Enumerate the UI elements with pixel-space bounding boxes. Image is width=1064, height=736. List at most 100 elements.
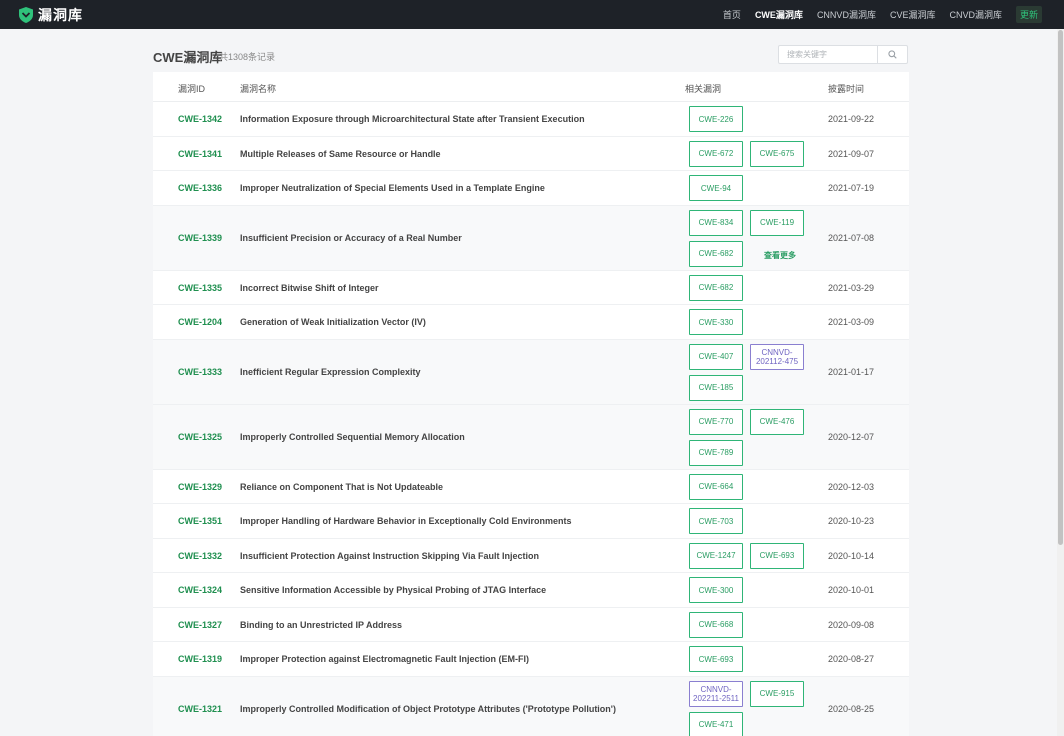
- header-name: 漏洞名称: [240, 84, 277, 94]
- table-row: CWE-1325 Improperly Controlled Sequential…: [153, 404, 909, 470]
- brand[interactable]: 漏洞库: [19, 6, 83, 24]
- disclosure-date: 2021-09-22: [828, 114, 875, 125]
- related-vuln-tag[interactable]: CWE-471: [689, 711, 743, 736]
- related-vuln-tag[interactable]: CWE-834: [689, 209, 743, 236]
- cwe-name: Reliance on Component That is Not Update…: [240, 481, 444, 492]
- disclosure-date: 2021-07-19: [828, 183, 875, 194]
- cwe-name: Improperly Controlled Sequential Memory …: [240, 432, 465, 442]
- update-button[interactable]: 更新: [1015, 6, 1042, 23]
- related-vuln-tag[interactable]: CWE-703: [689, 508, 743, 534]
- related-vuln-tag[interactable]: CWE-300: [689, 577, 743, 603]
- nav-item[interactable]: CNVD漏洞库: [949, 8, 1002, 21]
- cwe-name: Improper Protection against Electromagne…: [240, 654, 530, 665]
- scrollbar-thumb[interactable]: [1058, 30, 1063, 545]
- cwe-table: 漏洞ID 漏洞名称 相关漏洞 披露时间 CWE-1342 Information …: [153, 72, 909, 736]
- related-vuln-tag[interactable]: CWE-330: [689, 309, 743, 335]
- page-title: CWE漏洞库: [153, 50, 223, 65]
- related-vuln-tag[interactable]: CNNVD-202112-475: [750, 343, 804, 370]
- search-input[interactable]: [779, 46, 879, 63]
- table-row: CWE-1339 Insufficient Precision or Accura…: [153, 205, 909, 271]
- table-row: CWE-1329 Reliance on Component That is No…: [153, 470, 909, 504]
- related-vuln-tag[interactable]: CWE-1247: [689, 542, 743, 569]
- related-vuln-tag[interactable]: CWE-682: [689, 274, 743, 301]
- disclosure-date: 2020-10-14: [828, 550, 875, 561]
- header-id: 漏洞ID: [178, 84, 206, 94]
- disclosure-date: 2020-10-01: [828, 585, 875, 596]
- record-count: 共1308条记录: [219, 52, 276, 62]
- table-header: 漏洞ID 漏洞名称 相关漏洞 披露时间: [153, 72, 909, 102]
- cwe-id-link[interactable]: CWE-1342: [178, 114, 222, 124]
- cwe-id-link[interactable]: CWE-1321: [178, 704, 222, 714]
- search-box: [778, 45, 908, 64]
- related-vuln-tag[interactable]: CWE-664: [689, 473, 743, 500]
- search-button[interactable]: [877, 46, 907, 63]
- table-row: CWE-1351 Improper Handling of Hardware Be…: [153, 504, 909, 539]
- table-row: CWE-1333 Inefficient Regular Expression C…: [153, 339, 909, 405]
- disclosure-date: 2020-12-07: [828, 432, 875, 442]
- table-row: CWE-1341 Multiple Releases of Same Resour…: [153, 137, 909, 171]
- cwe-id-link[interactable]: CWE-1351: [178, 516, 222, 526]
- related-vuln-tag[interactable]: CWE-693: [689, 646, 743, 672]
- table-row: CWE-1321 Improperly Controlled Modificati…: [153, 676, 909, 736]
- main-nav: 首页 CWE漏洞库 CNNVD漏洞库 CVE漏洞库 CNVD漏洞库 更新: [709, 0, 1042, 29]
- related-vuln-tag[interactable]: CWE-675: [750, 140, 804, 167]
- related-vuln-tag[interactable]: CWE-672: [689, 140, 743, 167]
- cwe-name: Binding to an Unrestricted IP Address: [240, 619, 403, 630]
- disclosure-date: 2020-08-25: [828, 704, 875, 714]
- related-vuln-tag[interactable]: CWE-185: [689, 374, 743, 401]
- nav-item[interactable]: 首页: [723, 8, 741, 21]
- nav-item[interactable]: CVE漏洞库: [890, 8, 936, 21]
- related-vuln-tag[interactable]: CWE-789: [689, 439, 743, 466]
- table-row: CWE-1324 Sensitive Information Accessible…: [153, 573, 909, 608]
- cwe-id-link[interactable]: CWE-1336: [178, 183, 222, 193]
- nav-item[interactable]: CWE漏洞库: [755, 8, 803, 21]
- table-row: CWE-1319 Improper Protection against Elec…: [153, 642, 909, 677]
- cwe-id-link[interactable]: CWE-1204: [178, 317, 222, 327]
- cwe-id-link[interactable]: CWE-1333: [178, 367, 222, 377]
- cwe-name: Incorrect Bitwise Shift of Integer: [240, 282, 379, 293]
- nav-item[interactable]: CNNVD漏洞库: [817, 8, 876, 21]
- related-vuln-tag[interactable]: CNNVD-202211-2511: [689, 680, 743, 707]
- related-vuln-tag[interactable]: CWE-770: [689, 408, 743, 435]
- cwe-name: Improper Handling of Hardware Behavior i…: [240, 516, 572, 527]
- related-vuln-tag[interactable]: CWE-476: [750, 408, 804, 435]
- cwe-name: Inefficient Regular Expression Complexit…: [240, 367, 421, 377]
- related-vuln-tag[interactable]: CWE-407: [689, 343, 743, 370]
- related-vuln-tag[interactable]: CWE-682: [689, 240, 743, 267]
- related-vuln-tag[interactable]: CWE-94: [689, 175, 743, 201]
- cwe-id-link[interactable]: CWE-1324: [178, 585, 222, 595]
- cwe-id-link[interactable]: CWE-1335: [178, 283, 222, 293]
- cwe-name: Insufficient Protection Against Instruct…: [240, 550, 540, 561]
- search-icon: [888, 50, 897, 59]
- related-vuln-tag[interactable]: CWE-226: [689, 106, 743, 132]
- cwe-id-link[interactable]: CWE-1319: [178, 654, 222, 664]
- cwe-id-link[interactable]: CWE-1341: [178, 149, 222, 159]
- header-date: 披露时间: [828, 84, 865, 94]
- related-vuln-tag[interactable]: CWE-119: [750, 209, 804, 236]
- cwe-name: Insufficient Precision or Accuracy of a …: [240, 233, 462, 243]
- related-vuln-tag[interactable]: CWE-693: [750, 542, 804, 569]
- cwe-name: Improperly Controlled Modification of Ob…: [240, 704, 616, 714]
- cwe-id-link[interactable]: CWE-1329: [178, 482, 222, 492]
- top-navbar: 漏洞库 首页 CWE漏洞库 CNNVD漏洞库 CVE漏洞库 CNVD漏洞库 更新: [0, 0, 1064, 29]
- disclosure-date: 2020-10-23: [828, 516, 875, 527]
- header-related: 相关漏洞: [685, 84, 722, 94]
- view-more-link[interactable]: 查看更多: [764, 250, 796, 261]
- disclosure-date: 2021-01-17: [828, 367, 875, 377]
- disclosure-date: 2020-08-27: [828, 654, 875, 665]
- disclosure-date: 2021-09-07: [828, 148, 875, 159]
- cwe-id-link[interactable]: CWE-1332: [178, 551, 222, 561]
- cwe-name: Sensitive Information Accessible by Phys…: [240, 585, 547, 596]
- table-row: CWE-1335 Incorrect Bitwise Shift of Integ…: [153, 271, 909, 305]
- cwe-name: Generation of Weak Initialization Vector…: [240, 317, 426, 328]
- related-vuln-tag[interactable]: CWE-915: [750, 680, 804, 707]
- cwe-id-link[interactable]: CWE-1325: [178, 432, 222, 442]
- cwe-id-link[interactable]: CWE-1339: [178, 233, 222, 243]
- table-row: CWE-1327 Binding to an Unrestricted IP Ad…: [153, 608, 909, 642]
- disclosure-date: 2020-09-08: [828, 619, 875, 630]
- table-row: CWE-1204 Generation of Weak Initializatio…: [153, 305, 909, 340]
- cwe-id-link[interactable]: CWE-1327: [178, 620, 222, 630]
- related-vuln-tag[interactable]: CWE-668: [689, 611, 743, 638]
- shield-logo-icon: [19, 7, 33, 23]
- disclosure-date: 2021-03-09: [828, 317, 875, 328]
